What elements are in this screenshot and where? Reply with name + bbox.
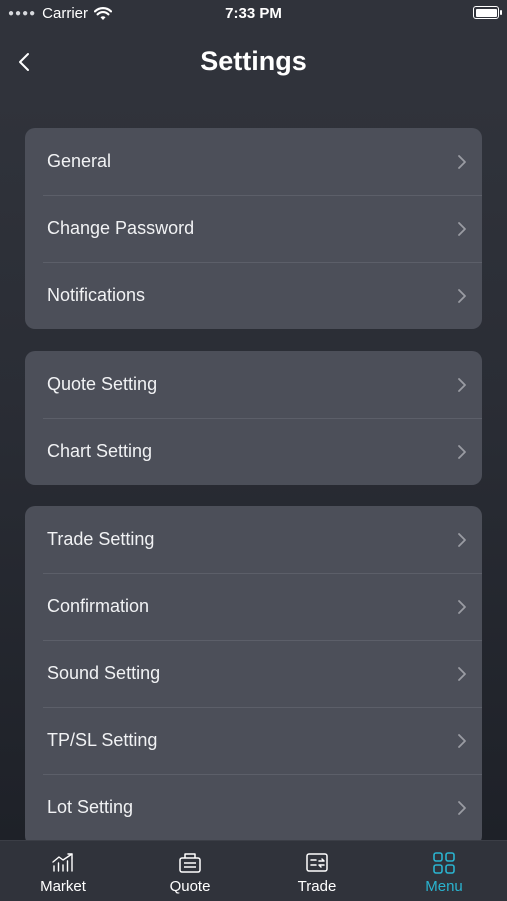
settings-item-label: Chart Setting	[47, 441, 153, 461]
settings-group-trade: Trade Setting Confirmation Sound Setting…	[25, 506, 482, 846]
settings-item-label: TP/SL Setting	[47, 730, 158, 750]
tab-bar: Market Quote Trade Menu	[0, 840, 507, 901]
settings-group-display: Quote Setting Chart Setting	[25, 351, 482, 485]
tab-quote[interactable]: Quote	[127, 841, 253, 901]
tab-label: Menu	[425, 878, 463, 895]
status-bar: ●●●● Carrier 7:33 PM	[0, 0, 507, 28]
chevron-right-icon	[458, 600, 466, 614]
settings-item-quote-setting[interactable]: Quote Setting	[25, 351, 482, 418]
battery-icon	[473, 6, 502, 19]
page-title: Settings	[200, 46, 307, 76]
chevron-right-icon	[458, 222, 466, 236]
chart-icon	[52, 853, 73, 872]
tab-market[interactable]: Market	[0, 841, 126, 901]
trade-icon	[306, 853, 328, 872]
settings-item-label: Change Password	[47, 218, 195, 238]
tab-menu[interactable]: Menu	[381, 841, 507, 901]
settings-item-tpsl-setting[interactable]: TP/SL Setting	[25, 707, 482, 774]
top-bar: ●●●● Carrier 7:33 PM Settings	[0, 0, 507, 98]
settings-item-trade-setting[interactable]: Trade Setting	[25, 506, 482, 573]
settings-item-label: Trade Setting	[47, 529, 155, 549]
tab-label: Quote	[169, 878, 211, 895]
chevron-right-icon	[458, 289, 466, 303]
settings-item-sound-setting[interactable]: Sound Setting	[25, 640, 482, 707]
settings-item-label: Notifications	[47, 285, 146, 305]
settings-item-label: Confirmation	[47, 596, 150, 616]
chevron-right-icon	[458, 445, 466, 459]
status-time: 7:33 PM	[225, 5, 282, 22]
settings-item-label: Quote Setting	[47, 374, 158, 394]
tab-label: Market	[40, 878, 86, 895]
chevron-right-icon	[458, 801, 466, 815]
chevron-right-icon	[458, 378, 466, 392]
settings-item-notifications[interactable]: Notifications	[25, 262, 482, 329]
settings-item-chart-setting[interactable]: Chart Setting	[25, 418, 482, 485]
settings-item-lot-setting[interactable]: Lot Setting	[25, 774, 482, 841]
grid-icon	[433, 852, 455, 874]
chevron-right-icon	[458, 667, 466, 681]
settings-item-change-password[interactable]: Change Password	[25, 195, 482, 262]
navigation-bar: Settings	[0, 32, 507, 92]
settings-item-general[interactable]: General	[25, 128, 482, 195]
tab-trade[interactable]: Trade	[254, 841, 380, 901]
chevron-right-icon	[458, 533, 466, 547]
quote-icon	[179, 853, 201, 873]
settings-item-label: General	[47, 151, 112, 171]
settings-item-confirmation[interactable]: Confirmation	[25, 573, 482, 640]
tab-label: Trade	[297, 878, 337, 895]
settings-group-account: General Change Password Notifications	[25, 128, 482, 329]
settings-item-label: Sound Setting	[47, 663, 161, 683]
chevron-right-icon	[458, 155, 466, 169]
chevron-right-icon	[458, 734, 466, 748]
settings-item-label: Lot Setting	[47, 797, 134, 817]
